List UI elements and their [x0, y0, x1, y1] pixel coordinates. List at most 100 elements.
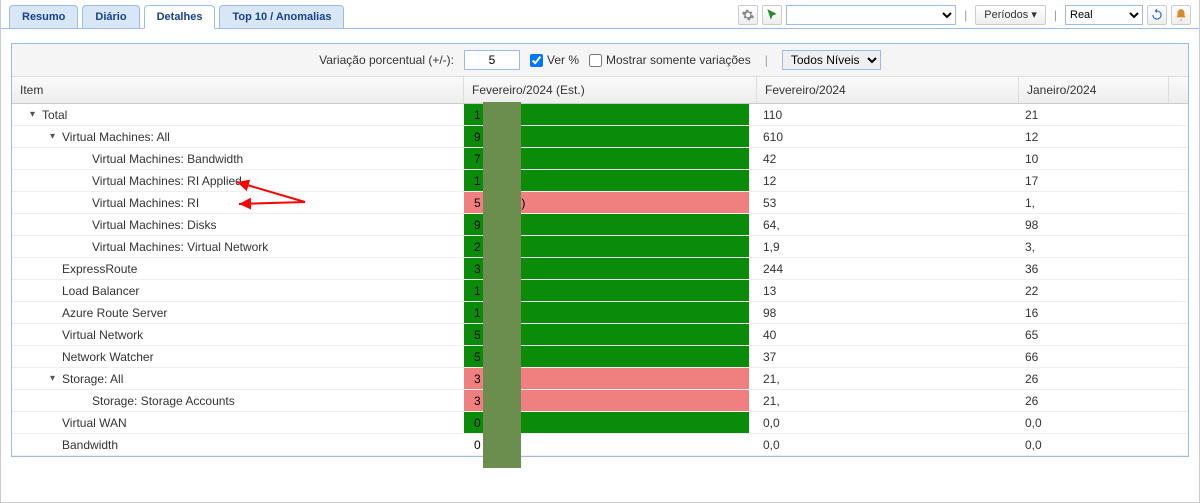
fev-cell: 21,: [757, 390, 1019, 411]
real-dropdown[interactable]: Real: [1065, 5, 1143, 25]
separator: |: [1050, 8, 1061, 22]
fev-cell: 98: [757, 302, 1019, 323]
header-fev[interactable]: Fevereiro/2024: [757, 77, 1019, 103]
item-cell: ExpressRoute: [12, 258, 464, 279]
mostrar-check[interactable]: Mostrar somente variações: [589, 53, 751, 67]
jan-cell: 26: [1019, 390, 1169, 411]
item-cell: Virtual Machines: RI: [12, 192, 464, 213]
item-label: Network Watcher: [62, 350, 154, 364]
expand-icon[interactable]: ▾: [50, 373, 60, 384]
table-row[interactable]: ▾Total1 -19%)11021: [12, 104, 1188, 126]
expand-icon[interactable]: ▾: [30, 109, 40, 120]
jan-cell: 0,0: [1019, 434, 1169, 455]
jan-cell: 22: [1019, 280, 1169, 301]
item-label: Virtual Machines: Disks: [92, 218, 217, 232]
niveis-select[interactable]: Todos Níveis: [782, 50, 881, 70]
jan-cell: 36: [1019, 258, 1169, 279]
item-label: Virtual Network: [62, 328, 143, 342]
item-cell: Network Watcher: [12, 346, 464, 367]
table-row[interactable]: Bandwidth0 0,00,0: [12, 434, 1188, 456]
item-label: Azure Route Server: [62, 306, 167, 320]
fev-cell: 0,0: [757, 412, 1019, 433]
item-label: ExpressRoute: [62, 262, 137, 276]
gear-icon[interactable]: [738, 5, 758, 25]
item-cell: Bandwidth: [12, 434, 464, 455]
item-cell: Virtual Machines: Bandwidth: [12, 148, 464, 169]
table-row[interactable]: Virtual Machines: RI5 4787%)531,: [12, 192, 1188, 214]
est-value: 0: [470, 416, 481, 430]
table-row[interactable]: Load Balancer1 15%)1322: [12, 280, 1188, 302]
separator: |: [761, 53, 772, 67]
item-label: Virtual WAN: [62, 416, 127, 430]
jan-cell: 21: [1019, 104, 1169, 125]
jan-cell: 65: [1019, 324, 1169, 345]
bell-icon[interactable]: [1171, 5, 1191, 25]
jan-cell: 66: [1019, 346, 1169, 367]
periodos-button[interactable]: Períodos ▾: [975, 5, 1046, 25]
fev-cell: 244: [757, 258, 1019, 279]
fev-cell: 13: [757, 280, 1019, 301]
table-row[interactable]: ▾Virtual Machines: All9 24%)61012: [12, 126, 1188, 148]
item-label: Storage: Storage Accounts: [92, 394, 235, 408]
table-row[interactable]: Virtual WAN 0 0,00,0: [12, 412, 1188, 434]
separator: |: [960, 8, 971, 22]
item-label: Storage: All: [62, 372, 123, 386]
tab-diario[interactable]: Diário: [82, 5, 139, 28]
table-row[interactable]: Virtual Network5 2%)4065: [12, 324, 1188, 346]
header-jan[interactable]: Janeiro/2024: [1019, 77, 1169, 103]
table-row[interactable]: Network Watcher5 3%)3766: [12, 346, 1188, 368]
grid-body: ▾Total1 -19%)11021▾Virtual Machines: All…: [12, 104, 1188, 456]
table-row[interactable]: Storage: Storage Accounts3 4%)21,26: [12, 390, 1188, 412]
fev-cell: 53: [757, 192, 1019, 213]
table-row[interactable]: Azure Route Server1 12%)9816: [12, 302, 1188, 324]
fev-cell: 40: [757, 324, 1019, 345]
fev-cell: 12: [757, 170, 1019, 191]
fev-cell: 610: [757, 126, 1019, 147]
item-cell: Virtual Machines: Disks: [12, 214, 464, 235]
item-cell: ▾Total: [12, 104, 464, 125]
header-fev-est[interactable]: Fevereiro/2024 (Est.): [464, 77, 757, 103]
table-row[interactable]: ExpressRoute3 5%)24436: [12, 258, 1188, 280]
jan-cell: 98: [1019, 214, 1169, 235]
item-cell: Virtual Network: [12, 324, 464, 345]
fev-cell: 110: [757, 104, 1019, 125]
table-row[interactable]: Virtual Machines: RI Applied1 30%)1217: [12, 170, 1188, 192]
fev-cell: 37: [757, 346, 1019, 367]
mostrar-checkbox[interactable]: [589, 54, 602, 67]
expand-icon[interactable]: ▾: [50, 131, 60, 142]
table-row[interactable]: ▾Storage: All3 4%)21,26: [12, 368, 1188, 390]
jan-cell: 1,: [1019, 192, 1169, 213]
variacao-input[interactable]: [464, 50, 520, 70]
redaction-overlay: [483, 102, 521, 468]
table-row[interactable]: Virtual Machines: Virtual Network2 )1,93…: [12, 236, 1188, 258]
item-label: Virtual Machines: RI Applied: [92, 174, 242, 188]
item-label: Bandwidth: [62, 438, 118, 452]
variacao-label: Variação porcentual (+/-):: [319, 53, 454, 67]
cursor-icon[interactable]: [762, 5, 782, 25]
item-label: Virtual Machines: All: [62, 130, 170, 144]
mostrar-label: Mostrar somente variações: [606, 53, 751, 67]
jan-cell: 26: [1019, 368, 1169, 389]
fev-cell: 21,: [757, 368, 1019, 389]
table-row[interactable]: Virtual Machines: Bandwidth7 33%)4210: [12, 148, 1188, 170]
item-cell: ▾Storage: All: [12, 368, 464, 389]
verpct-check[interactable]: Ver %: [530, 53, 579, 67]
jan-cell: 0,0: [1019, 412, 1169, 433]
verpct-checkbox[interactable]: [530, 54, 543, 67]
tab-detalhes[interactable]: Detalhes: [144, 5, 216, 29]
verpct-label: Ver %: [547, 53, 579, 67]
fev-cell: 0,0: [757, 434, 1019, 455]
filter-dropdown[interactable]: [786, 5, 956, 25]
grid-header: Item Fevereiro/2024 (Est.) Fevereiro/202…: [12, 77, 1188, 104]
jan-cell: 3,: [1019, 236, 1169, 257]
jan-cell: 12: [1019, 126, 1169, 147]
refresh-icon[interactable]: [1147, 5, 1167, 25]
header-item[interactable]: Item: [12, 77, 464, 103]
item-label: Virtual Machines: Bandwidth: [92, 152, 243, 166]
item-cell: ▾Virtual Machines: All: [12, 126, 464, 147]
table-row[interactable]: Virtual Machines: Disks9 )64,98: [12, 214, 1188, 236]
jan-cell: 17: [1019, 170, 1169, 191]
tab-top10[interactable]: Top 10 / Anomalias: [219, 5, 344, 28]
tab-resumo[interactable]: Resumo: [9, 5, 78, 28]
item-cell: Virtual Machines: Virtual Network: [12, 236, 464, 257]
